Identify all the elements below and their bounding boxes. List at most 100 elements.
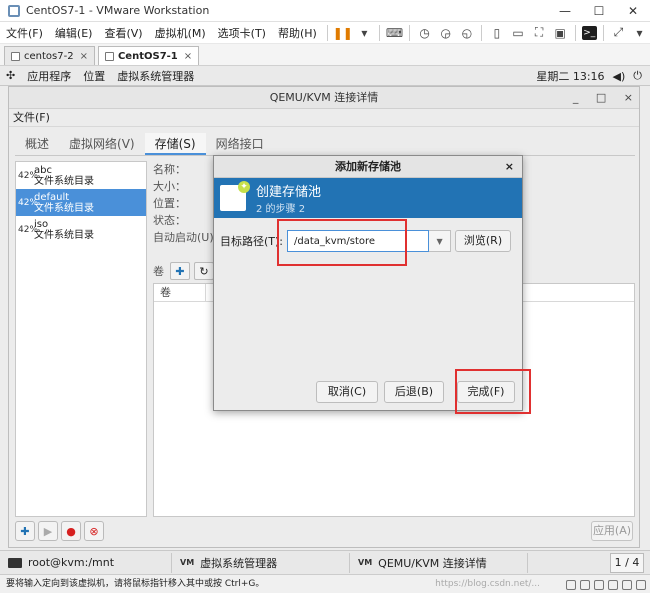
tab-storage[interactable]: 存储(S): [144, 133, 206, 155]
send-keys-icon[interactable]: ⌨: [386, 25, 403, 41]
pool-item-iso[interactable]: 42% iso 文件系统目录: [16, 216, 146, 243]
applications-menu[interactable]: 应用程序: [21, 68, 77, 84]
snapshot-manager-icon[interactable]: ◵: [458, 25, 475, 41]
menu-vm[interactable]: 虚拟机(M): [149, 25, 212, 41]
gnome-activities-icon[interactable]: ✣: [0, 69, 21, 82]
pool-usage: 42%: [18, 170, 39, 181]
workspace-pager[interactable]: 1 / 4: [610, 553, 644, 573]
delete-icon: ⊗: [89, 524, 99, 538]
apply-button[interactable]: 应用(A): [591, 521, 633, 541]
device-tray: [566, 575, 646, 593]
clock[interactable]: 星期二 13:16: [536, 68, 604, 84]
power-icon[interactable]: ⏻: [633, 69, 642, 83]
menu-edit[interactable]: 编辑(E): [49, 25, 99, 41]
tab-network-interfaces[interactable]: 网络接口: [206, 133, 274, 155]
cdrom-icon[interactable]: [580, 579, 590, 590]
tab-close-icon[interactable]: ×: [184, 51, 192, 62]
task-terminal[interactable]: root@kvm:/mnt: [0, 552, 172, 573]
revert-snapshot-icon[interactable]: ◶: [437, 25, 454, 41]
pool-item-default[interactable]: 42% default 文件系统目录: [16, 189, 146, 216]
network-icon[interactable]: [594, 579, 604, 590]
display-icon[interactable]: [636, 579, 646, 590]
usb-icon[interactable]: [608, 579, 618, 590]
close-icon[interactable]: ✕: [616, 0, 650, 22]
thumbnail-icon[interactable]: ▭: [509, 25, 526, 41]
toolbar-separator: [378, 24, 380, 41]
task-label: 虚拟系统管理器: [200, 556, 278, 570]
hdd-icon[interactable]: [566, 579, 576, 590]
close-icon[interactable]: ×: [624, 91, 633, 104]
menu-help[interactable]: 帮助(H): [272, 25, 323, 41]
tab-virtual-networks[interactable]: 虚拟网络(V): [59, 133, 145, 155]
qemu-menubar: 文件(F): [9, 109, 639, 127]
snapshot-icon[interactable]: ◷: [416, 25, 433, 41]
browse-button[interactable]: 浏览(R): [455, 230, 512, 252]
tab-close-icon[interactable]: ×: [80, 51, 88, 62]
column-volume[interactable]: 卷: [154, 283, 206, 302]
vm-icon: [11, 51, 20, 61]
fullscreen-icon[interactable]: ⛶: [531, 25, 548, 41]
menu-tabs[interactable]: 选项卡(T): [212, 25, 272, 41]
tab-label: CentOS7-1: [117, 50, 178, 62]
add-volume-button[interactable]: ✚: [170, 262, 190, 280]
chevron-down-icon[interactable]: ▼: [429, 230, 452, 252]
storage-pool-list[interactable]: 42% abc 文件系统目录 42% default 文件系统目录 42% is…: [15, 161, 147, 517]
dropdown-icon[interactable]: ▾: [356, 25, 373, 41]
tab-overview[interactable]: 概述: [15, 133, 59, 155]
dialog-titlebar: 添加新存储池 ×: [214, 156, 522, 178]
qemu-menu-file[interactable]: 文件(F): [13, 111, 50, 124]
vm-tab-bar: centos7-2 × CentOS7-1 ×: [0, 44, 650, 66]
virt-manager-icon: VM: [358, 557, 373, 567]
task-qemu-details[interactable]: VM QEMU/KVM 连接详情: [350, 552, 528, 573]
delete-pool-button[interactable]: ⊗: [84, 521, 104, 541]
stop-pool-button[interactable]: ●: [61, 521, 81, 541]
tab-centos7-2[interactable]: centos7-2 ×: [4, 46, 95, 65]
app-menu[interactable]: 虚拟系统管理器: [111, 68, 200, 84]
pool-item-abc[interactable]: 42% abc 文件系统目录: [16, 162, 146, 189]
vmware-logo-icon: [8, 4, 20, 17]
refresh-icon: ↻: [199, 264, 209, 278]
pool-type: 文件系统目录: [34, 229, 94, 241]
target-path-label: 目标路径(T):: [220, 235, 284, 248]
status-message: 要将输入定向到该虚拟机，请将鼠标指针移入其中或按 Ctrl+G。: [6, 579, 265, 589]
pool-actions: ✚ ▶ ● ⊗: [15, 521, 104, 541]
console-icon[interactable]: >_: [581, 25, 597, 40]
menu-view[interactable]: 查看(V): [98, 25, 148, 41]
toolbar-separator: [602, 24, 604, 41]
pause-icon[interactable]: ❚❚: [333, 25, 353, 41]
refresh-volumes-button[interactable]: ↻: [194, 262, 214, 280]
minimize-icon[interactable]: —: [548, 0, 582, 22]
unity-icon[interactable]: ▣: [552, 25, 569, 41]
toolbar-separator: [409, 24, 411, 41]
pool-name: abc: [34, 164, 52, 176]
sidebar-icon[interactable]: ▯: [488, 25, 505, 41]
places-menu[interactable]: 位置: [77, 68, 111, 84]
back-button[interactable]: 后退(B): [384, 381, 444, 403]
task-virt-manager[interactable]: VM 虚拟系统管理器: [172, 552, 350, 573]
add-pool-button[interactable]: ✚: [15, 521, 35, 541]
cancel-button[interactable]: 取消(C): [316, 381, 378, 403]
window-controls: — ☐ ✕: [548, 0, 650, 22]
stretch-icon[interactable]: ⤢: [610, 25, 627, 41]
dropdown-icon[interactable]: ▾: [631, 25, 648, 41]
gnome-top-bar: ✣ 应用程序 位置 虚拟系统管理器 星期二 13:16 ◀) ⏻: [0, 66, 650, 86]
maximize-icon[interactable]: □: [596, 91, 606, 104]
storage-pool-icon: ✦: [220, 181, 250, 211]
qemu-titlebar: QEMU/KVM 连接详情 _ □ ×: [9, 87, 639, 109]
volume-icon[interactable]: ◀): [613, 70, 626, 83]
annotation-highlight-finish: [455, 369, 531, 414]
minimize-icon[interactable]: _: [573, 91, 579, 104]
tab-centos7-1[interactable]: CentOS7-1 ×: [97, 46, 200, 65]
start-pool-button[interactable]: ▶: [38, 521, 58, 541]
play-icon: ▶: [43, 524, 53, 538]
sound-icon[interactable]: [622, 579, 632, 590]
pool-name: default: [34, 191, 70, 203]
qemu-tabs: 概述 虚拟网络(V) 存储(S) 网络接口: [15, 133, 274, 155]
guest-taskbar: root@kvm:/mnt VM 虚拟系统管理器 VM QEMU/KVM 连接详…: [0, 550, 650, 574]
pool-type: 文件系统目录: [34, 202, 94, 214]
maximize-icon[interactable]: ☐: [582, 0, 616, 22]
menu-file[interactable]: 文件(F): [0, 25, 49, 41]
volumes-label: 卷: [153, 265, 164, 278]
volumes-toolbar: 卷 ✚ ↻: [153, 261, 214, 281]
dialog-close-icon[interactable]: ×: [505, 156, 514, 178]
